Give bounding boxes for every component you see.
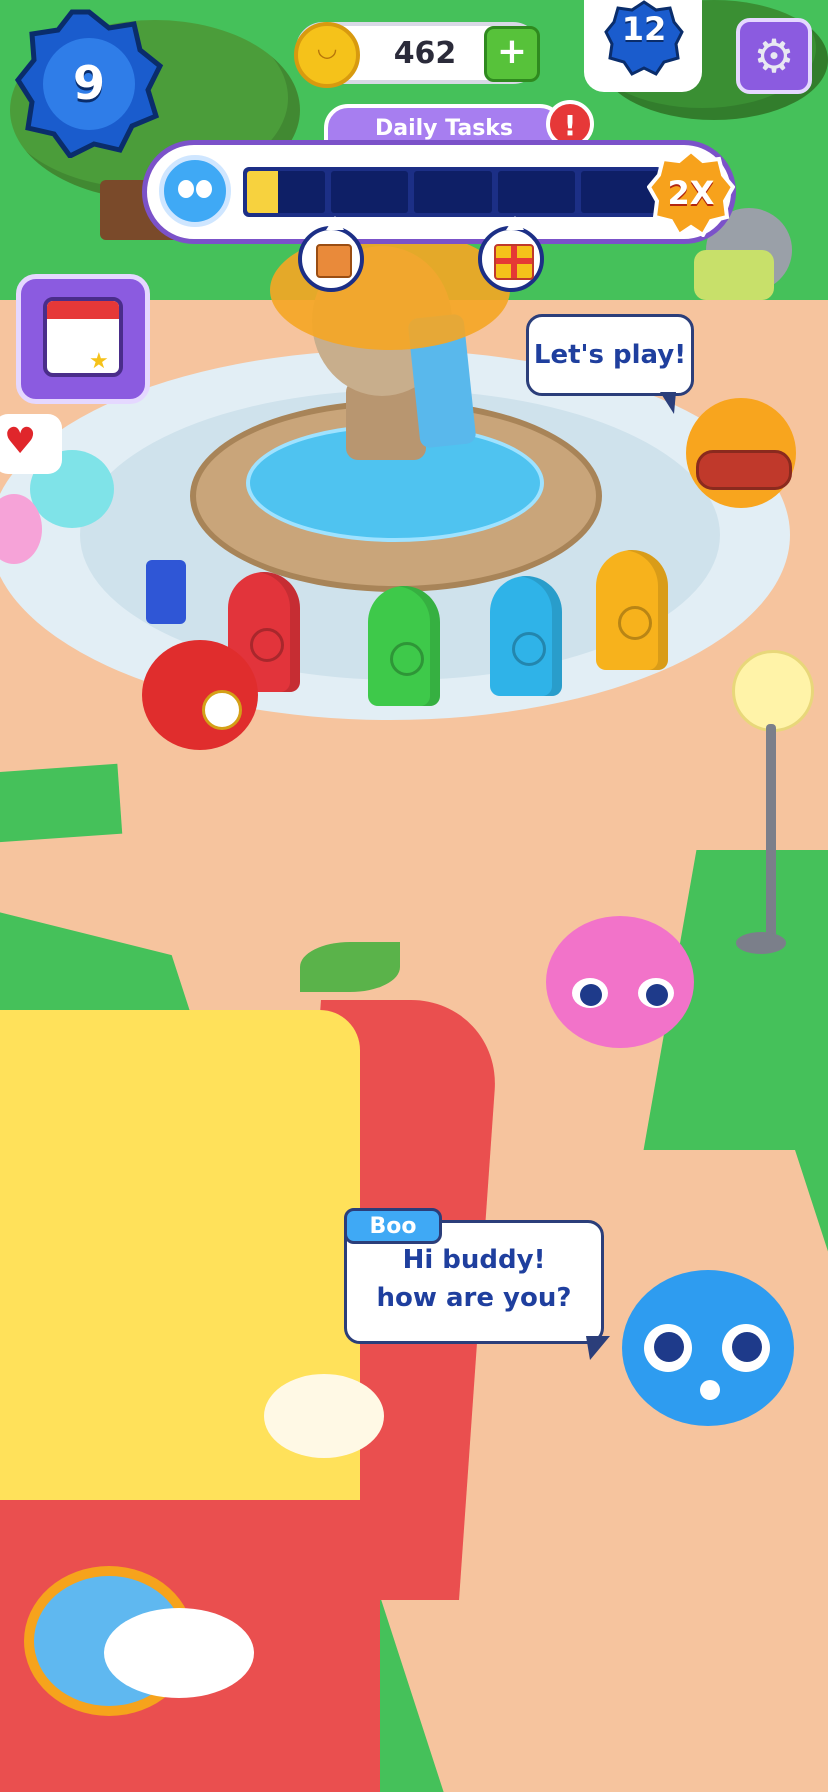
- gift-icon: [494, 244, 534, 280]
- greeting-tail: [586, 1336, 610, 1360]
- daily-tasks-bar: 2X: [142, 140, 736, 244]
- progress-fill: [247, 171, 279, 213]
- boo-left-eye: [644, 1324, 692, 1372]
- calendar-button[interactable]: ★: [16, 274, 150, 404]
- greeting-line-2: how are you?: [376, 1283, 572, 1313]
- street-lamp-base: [736, 932, 786, 954]
- heart-icon: ♥: [4, 421, 37, 462]
- pink-creature[interactable]: [546, 916, 694, 1048]
- box-count: 12: [621, 10, 667, 48]
- game-scene[interactable]: [0, 0, 828, 1792]
- progress-segment: [330, 171, 409, 213]
- lets-play-text: Let's play!: [533, 340, 687, 370]
- lets-play-bubble: Let's play!: [526, 314, 694, 396]
- pink-right-eye: [638, 978, 674, 1008]
- monocle-eye: [202, 690, 242, 730]
- star-icon: ★: [89, 349, 109, 374]
- leaf: [300, 942, 400, 992]
- reward-gift-bubble[interactable]: [478, 216, 544, 292]
- multiplier-badge: 2X: [646, 148, 736, 238]
- boo-right-eye: [722, 1324, 770, 1372]
- lets-play-tail: [660, 392, 676, 414]
- progress-segment: [497, 171, 576, 213]
- trash-bin-green[interactable]: [368, 586, 440, 706]
- multiplier-text: 2X: [667, 174, 715, 212]
- trash-bin-blue[interactable]: [490, 576, 562, 696]
- daily-tasks-progress: [243, 167, 663, 217]
- reward-box-bubble[interactable]: [298, 216, 364, 292]
- settings-button[interactable]: ⚙: [736, 18, 812, 94]
- add-coins-button[interactable]: +: [484, 26, 540, 82]
- boo-blue-creature[interactable]: [622, 1270, 794, 1426]
- grass-patch-left: [0, 763, 123, 847]
- street-lamp-post: [766, 724, 776, 944]
- daily-tasks-panel[interactable]: Daily Tasks ! 2X: [142, 100, 736, 292]
- heart-bubble[interactable]: ♥: [0, 414, 62, 474]
- speaker-name-tag: Boo: [344, 1208, 442, 1244]
- boo-mouth: [700, 1380, 720, 1400]
- street-lamp-head: [732, 650, 814, 732]
- coin-counter: 462 +: [294, 22, 540, 88]
- house-roof-yellow: [0, 1010, 360, 1570]
- creature-face-icon: [159, 155, 231, 227]
- progress-segment: [247, 171, 325, 213]
- box-icon: [316, 244, 352, 278]
- trash-bin-yellow[interactable]: [596, 550, 668, 670]
- goggles: [696, 450, 792, 490]
- king-hat: [146, 560, 186, 624]
- pot: [694, 250, 774, 300]
- red-king-creature[interactable]: [142, 640, 258, 750]
- orange-fluffy-creature[interactable]: [686, 398, 796, 508]
- gear-icon: ⚙: [753, 29, 795, 83]
- progress-segment: [414, 171, 492, 213]
- coin-icon: [294, 22, 360, 88]
- greeting-line-1: Hi buddy!: [402, 1245, 546, 1275]
- calendar-icon: ★: [43, 297, 123, 377]
- coin-value: 462: [393, 35, 457, 71]
- cloud-puff: [104, 1608, 254, 1698]
- pink-left-eye: [572, 978, 608, 1008]
- roof-spot: [264, 1374, 384, 1458]
- mystery-box-counter[interactable]: 12: [584, 0, 702, 92]
